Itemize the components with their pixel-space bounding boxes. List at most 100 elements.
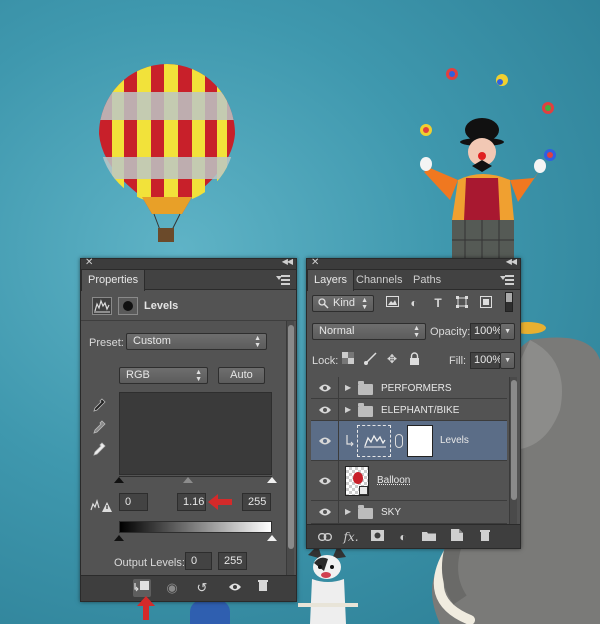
output-black-field[interactable]: 0 — [185, 552, 212, 570]
panel-menu-icon[interactable] — [276, 275, 290, 285]
reset-adjustment-icon[interactable]: ↺ — [193, 579, 211, 597]
white-output-slider-handle[interactable] — [267, 535, 277, 541]
opacity-dropdown-button[interactable]: ▼ — [500, 323, 515, 340]
lock-image-pixels-icon[interactable] — [363, 352, 377, 366]
input-levels-slider[interactable] — [114, 476, 277, 483]
clipping-warning-icon[interactable] — [90, 498, 112, 514]
smart-object-badge-icon — [359, 486, 368, 495]
black-input-slider-handle[interactable] — [114, 477, 124, 483]
close-icon[interactable]: ✕ — [311, 257, 319, 268]
fill-dropdown-button[interactable]: ▼ — [500, 352, 515, 369]
auto-button[interactable]: Auto — [218, 367, 265, 384]
opacity-field[interactable]: 100% — [470, 323, 502, 340]
add-layer-style-button[interactable]: fx. — [343, 529, 359, 545]
white-point-eyedropper-icon[interactable] — [91, 441, 107, 457]
gray-point-eyedropper-icon[interactable] — [91, 419, 107, 435]
filter-type-icon[interactable]: T — [431, 296, 445, 310]
fill-field[interactable]: 100% — [470, 352, 502, 369]
layer-name[interactable]: SKY — [381, 507, 401, 518]
input-gamma-field[interactable]: 1.16 — [177, 493, 206, 511]
black-point-eyedropper-icon[interactable] — [91, 397, 107, 413]
lock-label: Lock: — [312, 355, 339, 367]
layer-row-balloon[interactable]: Balloon — [311, 461, 507, 501]
layer-row-sky[interactable]: ▶ SKY — [311, 501, 507, 524]
layers-panel[interactable]: ✕ ◀◀ Layers Channels Paths Kind ▲▼ ◐ T — [306, 257, 521, 549]
filter-toggle-switch[interactable] — [505, 292, 513, 312]
output-white-field[interactable]: 255 — [218, 552, 247, 570]
filter-shape-icon[interactable] — [455, 296, 469, 310]
lock-all-icon[interactable] — [407, 352, 421, 366]
properties-scrollbar[interactable] — [286, 321, 294, 575]
layer-name[interactable]: Balloon — [377, 475, 410, 486]
eye-icon[interactable] — [318, 405, 332, 415]
chevron-down-icon: ▼ — [504, 328, 511, 335]
properties-panel-topbar[interactable]: ✕ ◀◀ — [81, 257, 296, 270]
layer-mask-icon[interactable] — [118, 297, 138, 315]
delete-layer-icon[interactable] — [477, 529, 493, 545]
white-input-slider-handle[interactable] — [267, 477, 277, 483]
layer-name[interactable]: Levels — [440, 435, 469, 446]
channel-dropdown[interactable]: RGB ▲ ▼ — [119, 367, 208, 384]
collapse-icon[interactable]: ◀◀ — [506, 257, 517, 266]
lock-position-icon[interactable]: ✥ — [385, 352, 399, 366]
expand-triangle-icon[interactable]: ▶ — [345, 383, 351, 392]
clip-to-layer-icon[interactable] — [133, 579, 151, 597]
layer-row-elephant-bike[interactable]: ▶ ELEPHANT/BIKE — [311, 399, 507, 421]
filter-pixel-icon[interactable] — [385, 296, 399, 310]
filter-kind-value: Kind — [333, 297, 356, 309]
layer-name[interactable]: ELEPHANT/BIKE — [381, 405, 459, 416]
layers-scroll-thumb[interactable] — [511, 380, 517, 500]
layer-mask-thumbnail[interactable] — [407, 425, 433, 457]
layers-scrollbar[interactable] — [509, 377, 517, 524]
filter-smart-object-icon[interactable] — [479, 296, 493, 310]
balloon-layer-thumbnail[interactable] — [345, 466, 369, 496]
new-group-icon[interactable] — [421, 529, 437, 545]
layers-panel-topbar[interactable]: ✕ ◀◀ — [307, 257, 520, 270]
view-previous-state-icon[interactable]: ◉ — [163, 579, 181, 597]
visibility-cell[interactable] — [311, 421, 339, 460]
layer-name[interactable]: PERFORMERS — [381, 383, 452, 394]
eye-icon[interactable] — [318, 383, 332, 393]
eye-icon[interactable] — [318, 436, 332, 446]
link-chain-icon[interactable] — [395, 434, 403, 448]
input-white-field[interactable]: 255 — [242, 493, 271, 511]
layer-filter-dropdown[interactable]: Kind ▲ ▼ — [312, 295, 374, 312]
visibility-cell[interactable] — [311, 377, 339, 398]
add-mask-icon[interactable] — [369, 529, 385, 545]
layer-row-performers[interactable]: ▶ PERFORMERS — [311, 377, 507, 399]
eye-icon[interactable] — [318, 476, 332, 486]
collapse-icon[interactable]: ◀◀ — [282, 257, 293, 266]
layer-list[interactable]: ▶ PERFORMERS ▶ ELEPHANT/BIKE Levels Ball… — [311, 377, 507, 524]
blend-mode-dropdown[interactable]: Normal ▲ ▼ — [312, 323, 426, 340]
expand-triangle-icon[interactable]: ▶ — [345, 405, 351, 414]
visibility-cell[interactable] — [311, 461, 339, 500]
toggle-visibility-icon[interactable] — [226, 579, 244, 597]
levels-adjustment-thumbnail[interactable] — [357, 425, 391, 457]
panel-menu-icon[interactable] — [500, 275, 514, 285]
properties-scroll-thumb[interactable] — [288, 325, 294, 549]
tab-properties[interactable]: Properties — [81, 270, 146, 291]
link-layers-icon[interactable] — [317, 529, 333, 545]
tab-paths[interactable]: Paths — [407, 270, 447, 290]
input-black-field[interactable]: 0 — [119, 493, 148, 511]
levels-adjustment-icon[interactable] — [92, 297, 112, 315]
new-layer-icon[interactable] — [449, 529, 465, 545]
lock-transparent-pixels-icon[interactable] — [341, 352, 355, 366]
black-output-slider-handle[interactable] — [114, 535, 124, 541]
expand-triangle-icon[interactable]: ▶ — [345, 507, 351, 516]
visibility-cell[interactable] — [311, 399, 339, 420]
visibility-cell[interactable] — [311, 501, 339, 523]
output-levels-slider[interactable] — [114, 535, 277, 541]
close-icon[interactable]: ✕ — [85, 257, 93, 268]
document-canvas[interactable]: ✕ ◀◀ Properties Levels Preset: Custom ▲ ▼… — [0, 0, 600, 624]
tab-channels[interactable]: Channels — [350, 270, 408, 290]
eye-icon[interactable] — [318, 507, 332, 517]
layer-row-levels[interactable]: Levels — [311, 421, 507, 461]
tab-layers[interactable]: Layers — [307, 270, 355, 291]
filter-adjustment-icon[interactable]: ◐ — [407, 296, 421, 310]
new-adjustment-layer-icon[interactable]: ◐ — [395, 529, 411, 545]
delete-adjustment-icon[interactable] — [254, 579, 272, 597]
gamma-input-slider-handle[interactable] — [183, 477, 193, 483]
properties-panel[interactable]: ✕ ◀◀ Properties Levels Preset: Custom ▲ ▼… — [80, 257, 297, 602]
preset-dropdown[interactable]: Custom ▲ ▼ — [126, 333, 267, 350]
